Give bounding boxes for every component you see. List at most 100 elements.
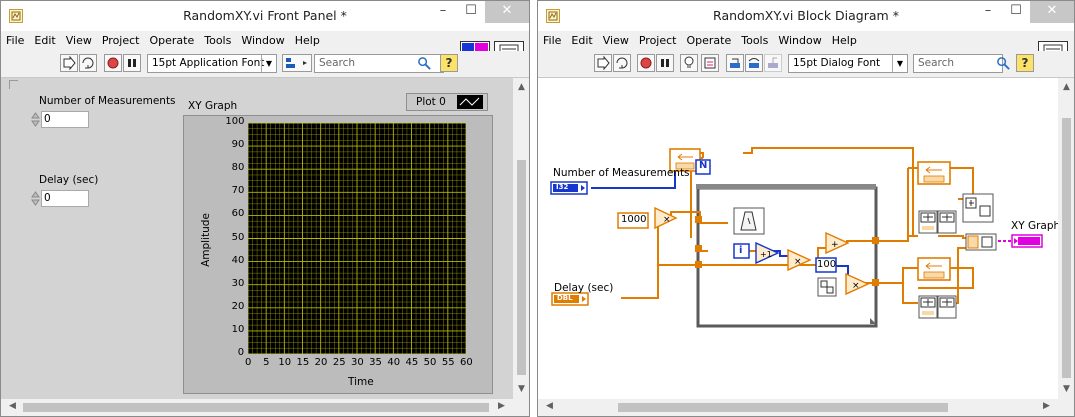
xy-graph[interactable]: 0 10 20 30 40 50 60 70 80 90 100 0 5 10 15 20 25 30 35 40 4… — [183, 115, 493, 394]
context-help-button[interactable]: ? — [1016, 54, 1034, 72]
pause-button[interactable] — [123, 54, 141, 72]
scroll-right-arrow-icon[interactable]: ▶ — [493, 401, 510, 411]
plot-area[interactable] — [248, 123, 466, 354]
abort-button[interactable] — [104, 54, 122, 72]
close-button[interactable]: ✕ — [485, 1, 529, 23]
shift-register-lower-right[interactable] — [917, 257, 951, 281]
menu-view[interactable]: View — [598, 31, 634, 51]
search-placeholder: Search — [319, 57, 356, 69]
minimize-button[interactable]: – — [974, 1, 1002, 23]
horizontal-scrollbar[interactable]: ◀ ▶ — [538, 399, 1058, 416]
menu-window[interactable]: Window — [236, 31, 289, 51]
measurements-value[interactable]: 0 — [41, 111, 89, 128]
measurements-type-badge: I32 — [556, 183, 569, 191]
align-objects-button[interactable] — [282, 54, 312, 72]
wait-ms-node[interactable] — [733, 207, 765, 235]
svg-text:+1: +1 — [760, 250, 772, 259]
menu-operate[interactable]: Operate — [144, 31, 199, 51]
constant-1000-value: 1000 — [621, 214, 647, 225]
retain-values-icon — [704, 57, 716, 69]
align-icon — [286, 58, 307, 68]
close-button[interactable]: ✕ — [1030, 1, 1074, 23]
build-xy-graph-node[interactable] — [962, 193, 994, 223]
search-icon[interactable] — [417, 56, 432, 71]
retain-wire-values-button[interactable] — [701, 54, 719, 72]
xy-graph-terminal[interactable] — [1011, 234, 1043, 248]
help-question-icon: ? — [1021, 56, 1029, 70]
x-tick-label: 0 — [245, 357, 252, 368]
front-panel-canvas[interactable]: Number of Measurements 0 Delay (sec) 0 X… — [1, 78, 513, 399]
abort-button[interactable] — [637, 54, 655, 72]
menu-help[interactable]: Help — [290, 31, 325, 51]
menu-file[interactable]: File — [1, 31, 29, 51]
scroll-left-arrow-icon[interactable]: ◀ — [541, 401, 558, 411]
scroll-up-arrow-icon[interactable]: ▲ — [1058, 82, 1074, 92]
delay-numeric-control[interactable]: 0 — [31, 190, 91, 207]
scroll-up-arrow-icon[interactable]: ▲ — [513, 82, 529, 92]
menu-help[interactable]: Help — [827, 31, 862, 51]
highlight-execution-button[interactable] — [680, 54, 698, 72]
delay-value[interactable]: 0 — [41, 190, 89, 207]
step-over-button[interactable] — [745, 54, 763, 72]
random-number-node[interactable] — [817, 277, 837, 297]
menu-tools[interactable]: Tools — [199, 31, 236, 51]
vertical-scrollbar[interactable]: ▲ ▼ — [1058, 78, 1074, 399]
menu-tools[interactable]: Tools — [736, 31, 773, 51]
block-diagram-canvas[interactable]: × +1 × + × Number of Measurements I32 De… — [538, 78, 1060, 399]
increment-decrement-icon[interactable] — [31, 111, 40, 128]
svg-text:+: + — [831, 240, 839, 250]
help-question-icon: ? — [445, 56, 453, 70]
toolbar: 15pt Dialog Font ▼ Search ? — [538, 51, 1074, 78]
scroll-thumb[interactable] — [517, 160, 526, 375]
plot-legend[interactable]: Plot 0 — [406, 93, 488, 111]
menu-file[interactable]: File — [538, 31, 566, 51]
scroll-left-arrow-icon[interactable]: ◀ — [4, 401, 21, 411]
build-array-node[interactable] — [918, 295, 957, 319]
maximize-button[interactable]: ☐ — [1002, 1, 1030, 23]
scroll-down-arrow-icon[interactable]: ▼ — [513, 384, 529, 394]
run-button[interactable] — [60, 54, 78, 72]
font-dropdown[interactable]: 15pt Application Font ▼ — [147, 54, 277, 73]
menu-window[interactable]: Window — [773, 31, 826, 51]
shift-register-upper-right[interactable] — [917, 161, 951, 185]
pause-button[interactable] — [656, 54, 674, 72]
step-out-button[interactable] — [764, 54, 782, 72]
context-help-button[interactable]: ? — [440, 54, 458, 72]
scroll-thumb[interactable] — [1062, 118, 1071, 378]
y-tick-label: 80 — [231, 162, 245, 174]
run-continuously-button[interactable] — [79, 54, 97, 72]
search-input[interactable]: Search — [913, 54, 1003, 73]
step-into-button[interactable] — [726, 54, 744, 72]
build-array-node[interactable] — [918, 210, 957, 234]
chevron-down-icon: ▼ — [261, 55, 276, 72]
block-diagram-titlebar[interactable]: RandomXY.vi Block Diagram * – ☐ ✕ — [538, 1, 1074, 31]
x-tick-label: 25 — [332, 357, 346, 368]
front-panel-titlebar[interactable]: RandomXY.vi Front Panel * – ☐ ✕ — [1, 1, 529, 31]
menu-edit[interactable]: Edit — [29, 31, 60, 51]
menu-view[interactable]: View — [61, 31, 97, 51]
horizontal-scrollbar[interactable]: ◀ ▶ — [1, 399, 513, 416]
run-button[interactable] — [594, 54, 612, 72]
menu-operate[interactable]: Operate — [681, 31, 736, 51]
scroll-down-arrow-icon[interactable]: ▼ — [1058, 384, 1074, 394]
font-dropdown[interactable]: 15pt Dialog Font ▼ — [788, 54, 908, 73]
pause-icon — [128, 59, 136, 67]
scroll-thumb[interactable] — [618, 403, 948, 412]
maximize-button[interactable]: ☐ — [457, 1, 485, 23]
run-continuously-button[interactable] — [613, 54, 631, 72]
minimize-button[interactable]: – — [429, 1, 457, 23]
menu-project[interactable]: Project — [634, 31, 682, 51]
measurements-label: Number of Measurements — [39, 95, 176, 107]
increment-decrement-icon[interactable] — [31, 190, 40, 207]
menu-project[interactable]: Project — [97, 31, 145, 51]
scroll-right-arrow-icon[interactable]: ▶ — [1038, 401, 1055, 411]
run-continuously-icon — [616, 57, 628, 69]
search-icon[interactable] — [996, 56, 1011, 71]
vertical-scrollbar[interactable]: ▲ ▼ — [513, 78, 529, 399]
menu-edit[interactable]: Edit — [566, 31, 597, 51]
scroll-thumb[interactable] — [23, 403, 489, 412]
y-tick-label: 70 — [231, 185, 245, 197]
y-axis-label: Amplitude — [199, 213, 212, 267]
bundle-node[interactable] — [965, 233, 997, 251]
measurements-numeric-control[interactable]: 0 — [31, 111, 91, 128]
